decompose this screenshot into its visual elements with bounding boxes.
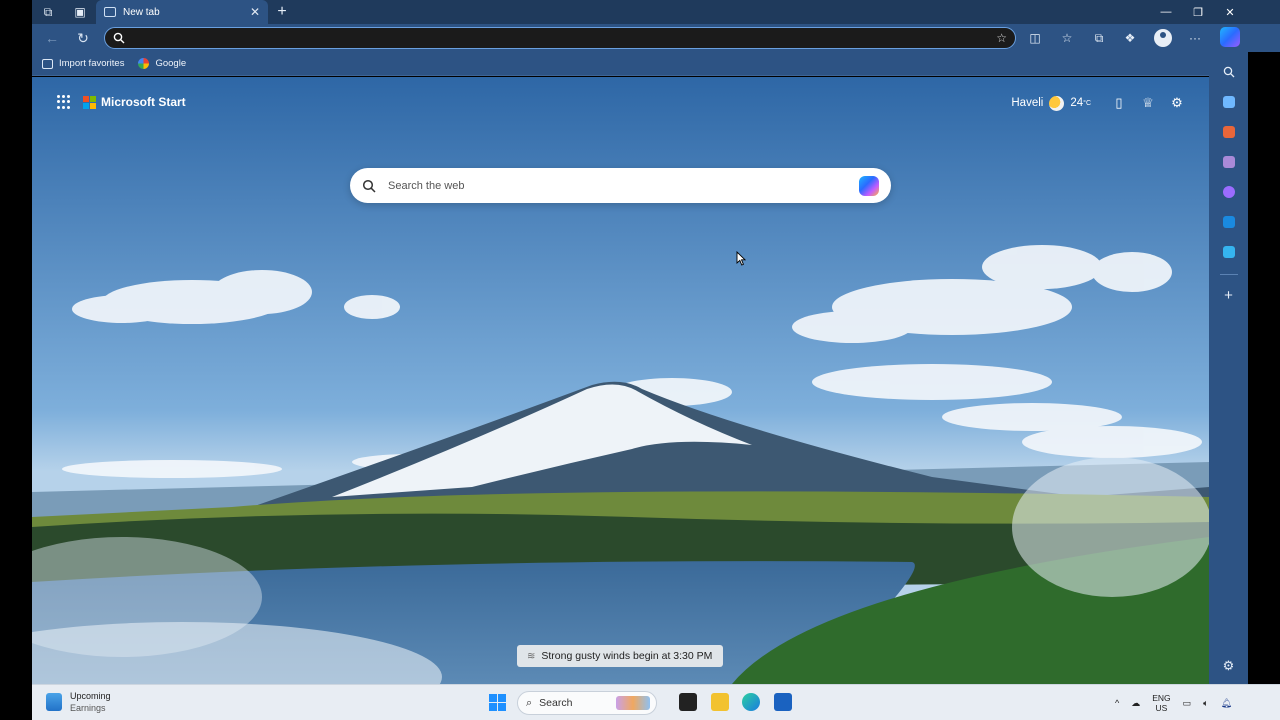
windows-taskbar: Upcoming Earnings ⌕ Search ^ ☁ ENG US ▭ … bbox=[32, 684, 1280, 720]
volume-icon[interactable]: 🔈︎ bbox=[1203, 698, 1208, 709]
add-sidebar-app-icon[interactable]: + bbox=[1219, 285, 1239, 305]
network-icon[interactable]: ▭ bbox=[1183, 698, 1192, 709]
sidebar-settings-icon[interactable]: ⚙ bbox=[1219, 656, 1239, 676]
more-options-icon[interactable]: ··· bbox=[1185, 28, 1205, 48]
favorite-label: Google bbox=[155, 58, 187, 69]
mouse-cursor-icon bbox=[736, 251, 746, 266]
tab-title: New tab bbox=[123, 6, 160, 18]
edge-icon[interactable] bbox=[742, 693, 760, 711]
back-button[interactable]: ← bbox=[42, 28, 62, 48]
search-icon: ⌕ bbox=[526, 696, 533, 709]
refresh-button[interactable]: ↻ bbox=[73, 28, 93, 48]
new-tab-button[interactable]: + bbox=[272, 0, 292, 24]
widget-title: Upcoming bbox=[70, 691, 111, 701]
web-search-box[interactable] bbox=[350, 168, 891, 203]
brand-label[interactable]: Microsoft Start bbox=[101, 95, 186, 109]
taskbar-search[interactable]: ⌕ Search bbox=[517, 691, 657, 715]
notifications-icon[interactable]: 🔔︎ bbox=[1221, 698, 1232, 709]
search-icon bbox=[113, 32, 125, 44]
tab-actions-icon[interactable]: ▣ bbox=[64, 0, 96, 24]
profile-avatar[interactable] bbox=[1154, 29, 1172, 47]
temperature-unit: °C bbox=[1083, 99, 1091, 107]
weather-location[interactable]: Haveli bbox=[1011, 97, 1043, 109]
lang-bottom: US bbox=[1155, 703, 1168, 713]
file-explorer-icon[interactable] bbox=[711, 693, 729, 711]
partly-sunny-icon bbox=[1049, 95, 1065, 111]
outlook-icon[interactable] bbox=[1219, 212, 1239, 232]
microsoft-start-brand: Microsoft Start bbox=[57, 95, 186, 109]
favorite-star-icon[interactable]: ☆ bbox=[996, 31, 1007, 45]
apps-launcher-icon[interactable] bbox=[57, 95, 71, 109]
close-tab-icon[interactable]: ✕ bbox=[250, 5, 260, 19]
minimize-button[interactable]: — bbox=[1150, 0, 1182, 24]
widget-subtitle: Earnings bbox=[70, 703, 106, 713]
rewards-icon[interactable]: ♕ bbox=[1138, 93, 1158, 113]
microsoft-logo-icon bbox=[83, 95, 96, 109]
split-screen-icon[interactable]: ◫ bbox=[1025, 28, 1045, 48]
system-tray: ^ ☁ ENG US ▭ 🔈︎ 🔔︎ bbox=[1103, 685, 1232, 720]
page-settings-icon[interactable]: ⚙ bbox=[1167, 93, 1187, 113]
language-indicator[interactable]: ENG US bbox=[1152, 693, 1170, 713]
favorite-label: Import favorites bbox=[59, 58, 125, 69]
weather-alert-pill[interactable]: ≋ Strong gusty winds begin at 3:30 PM bbox=[517, 645, 723, 667]
copilot-icon[interactable] bbox=[859, 175, 879, 196]
store-icon[interactable] bbox=[774, 693, 792, 711]
mobile-app-icon[interactable]: ▯ bbox=[1109, 93, 1129, 113]
page-icon bbox=[104, 7, 116, 17]
google-icon bbox=[138, 58, 150, 69]
edge-sidebar: + ⚙ bbox=[1209, 52, 1248, 684]
tools-icon[interactable] bbox=[1219, 122, 1239, 142]
wind-icon: ≋ bbox=[527, 650, 536, 662]
address-bar[interactable]: ☆ bbox=[104, 27, 1016, 49]
show-hidden-icons-icon[interactable]: ^ bbox=[1115, 698, 1119, 708]
widgets-button[interactable]: Upcoming Earnings bbox=[46, 690, 111, 714]
sidebar-search-icon[interactable] bbox=[1219, 62, 1239, 82]
favorite-google[interactable]: Google bbox=[138, 58, 186, 69]
page-header-tools: Haveli 24 °C ▯ ♕ ⚙ bbox=[1011, 93, 1187, 113]
address-input[interactable] bbox=[133, 32, 997, 44]
favorite-import[interactable]: Import favorites bbox=[42, 58, 124, 69]
microsoft365-icon[interactable] bbox=[1219, 182, 1239, 202]
web-search-input[interactable] bbox=[388, 179, 859, 192]
weather-temperature[interactable]: 24 bbox=[1070, 97, 1083, 109]
import-icon bbox=[42, 58, 53, 69]
stocks-widget-icon bbox=[46, 693, 62, 711]
close-window-button[interactable]: ✕ bbox=[1214, 0, 1246, 24]
sidebar-separator bbox=[1219, 274, 1238, 275]
extensions-icon[interactable]: ❖ bbox=[1120, 28, 1140, 48]
shopping-icon[interactable] bbox=[1219, 92, 1239, 112]
collections-icon[interactable]: ⧉ bbox=[1089, 28, 1109, 48]
search-highlight-icon bbox=[616, 696, 650, 710]
search-icon bbox=[362, 179, 376, 193]
tab-new-tab[interactable]: New tab ✕ bbox=[96, 0, 268, 24]
lang-top: ENG bbox=[1152, 693, 1171, 703]
start-button-icon[interactable] bbox=[489, 694, 506, 711]
games-icon[interactable] bbox=[1219, 152, 1239, 172]
restore-button[interactable]: ❐ bbox=[1182, 0, 1214, 24]
browser-toolbar: ← ↻ ☆ ◫ ☆ ⧉ ❖ ··· bbox=[32, 24, 1280, 52]
favorites-bar: Import favorites Google bbox=[32, 52, 1209, 76]
copilot-toolbar-icon[interactable] bbox=[1220, 27, 1240, 47]
weather-alert-text: Strong gusty winds begin at 3:30 PM bbox=[541, 650, 713, 662]
new-tab-page: Microsoft Start Haveli 24°C ▯ ♕ ⚙ ≋ Stro… bbox=[32, 77, 1209, 684]
workspaces-icon[interactable]: ⧉ bbox=[32, 0, 64, 24]
task-view-icon[interactable] bbox=[679, 693, 697, 711]
taskbar-search-label: Search bbox=[539, 697, 573, 709]
favorites-icon[interactable]: ☆ bbox=[1057, 28, 1077, 48]
onedrive-icon[interactable]: ☁ bbox=[1131, 698, 1140, 709]
drop-icon[interactable] bbox=[1219, 242, 1239, 262]
